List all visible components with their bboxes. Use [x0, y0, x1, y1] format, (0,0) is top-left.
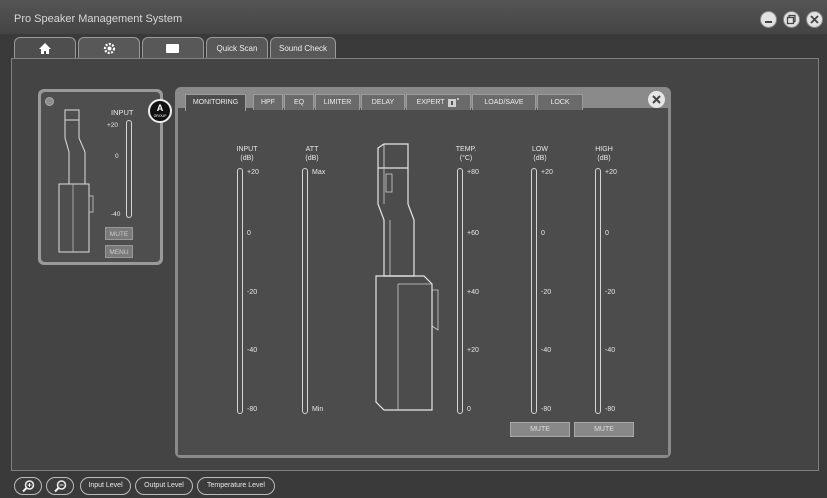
window-title: Pro Speaker Management System	[14, 13, 183, 25]
minimize-icon	[765, 21, 772, 23]
group-letter: A	[156, 103, 164, 113]
app-window: Pro Speaker Management System Quick Scan…	[0, 0, 827, 498]
input-meter-unit: (dB)	[240, 155, 254, 162]
high-mute-button[interactable]: MUTE	[574, 422, 634, 437]
zoom-out-button[interactable]	[46, 477, 74, 495]
zoom-out-icon	[54, 480, 67, 493]
status-led	[45, 97, 54, 106]
high-tick: -20	[605, 289, 616, 296]
tab-expert-label: EXPERT	[416, 99, 445, 106]
low-tick: +20	[541, 169, 553, 176]
high-tick: -40	[605, 347, 616, 354]
low-tick: 0	[541, 230, 545, 237]
low-mute-button[interactable]: MUTE	[510, 422, 570, 437]
low-tick: -20	[541, 289, 552, 296]
high-meter-unit: (dB)	[597, 155, 611, 162]
tab-monitoring[interactable]: MONITORING	[185, 94, 246, 111]
tab-limiter[interactable]: LIMITER	[315, 94, 360, 110]
temp-tick: 0	[467, 406, 471, 413]
tab-settings[interactable]	[78, 37, 140, 59]
tab-quick-scan[interactable]: Quick Scan	[206, 37, 268, 59]
mini-scale-minus40: -40	[111, 211, 121, 218]
settings-gear-icon	[103, 42, 115, 55]
speaker-thumbnail	[58, 109, 94, 253]
speaker-mini-panel[interactable]: INPUT +20 0 -40 MUTE MENU	[38, 89, 163, 265]
tab-eq[interactable]: EQ	[284, 94, 314, 110]
temp-tick: +80	[467, 169, 479, 176]
close-icon	[810, 15, 819, 24]
low-tick: -40	[541, 347, 552, 354]
low-meter	[531, 168, 537, 414]
mini-input-meter	[126, 120, 132, 218]
zoom-in-icon	[22, 480, 35, 493]
att-tick-min: Min	[312, 406, 324, 413]
temp-meter-unit: (°C)	[459, 155, 473, 162]
att-tick-max: Max	[312, 169, 326, 176]
high-tick: +20	[605, 169, 617, 176]
zoom-in-button[interactable]	[14, 477, 42, 495]
temp-tick: +40	[467, 289, 479, 296]
tab-hpf[interactable]: HPF	[253, 94, 283, 110]
restore-icon	[786, 14, 796, 25]
input-meter	[237, 168, 243, 414]
tab-home[interactable]	[14, 37, 76, 59]
temperature-level-button[interactable]: Temperature Level	[197, 477, 275, 495]
tab-lock[interactable]: LOCK	[537, 94, 583, 110]
close-window-button[interactable]	[806, 11, 823, 28]
home-icon	[39, 43, 51, 54]
att-meter	[302, 168, 308, 414]
tab-delay[interactable]: DELAY	[361, 94, 405, 110]
speaker-illustration	[375, 143, 439, 411]
lock-badge-icon	[448, 98, 460, 108]
high-meter-title: HIGH	[595, 146, 613, 153]
low-tick: -80	[541, 406, 552, 413]
att-meter-title: ATT	[305, 146, 319, 153]
close-panel-button[interactable]	[648, 91, 665, 108]
mini-mute-button[interactable]: MUTE	[105, 227, 133, 240]
speaker-mini-panel-body: INPUT +20 0 -40 MUTE MENU	[41, 92, 160, 262]
tab-load-save[interactable]: LOAD/SAVE	[472, 94, 536, 110]
mini-input-label: INPUT	[111, 108, 134, 117]
input-tick: -80	[247, 406, 258, 413]
high-tick: -80	[605, 406, 616, 413]
mini-scale-plus20: +20	[107, 122, 119, 129]
mini-scale-0: 0	[115, 153, 119, 160]
tab-expert[interactable]: EXPERT	[406, 94, 471, 110]
output-level-button[interactable]: Output Level	[135, 477, 193, 495]
temp-meter-title: TEMP.	[455, 146, 477, 153]
temp-meter	[457, 168, 463, 414]
input-meter-title: INPUT	[236, 146, 258, 153]
temp-tick: +60	[467, 230, 479, 237]
low-meter-unit: (dB)	[533, 155, 547, 162]
input-tick: +20	[247, 169, 259, 176]
input-tick: -20	[247, 289, 258, 296]
tab-device[interactable]	[142, 37, 204, 59]
low-meter-title: LOW	[532, 146, 548, 153]
tab-sound-check[interactable]: Sound Check	[270, 37, 336, 59]
group-label: GROUP	[153, 114, 167, 118]
input-tick: -40	[247, 347, 258, 354]
input-level-button[interactable]: Input Level	[80, 477, 131, 495]
restore-button[interactable]	[783, 11, 800, 28]
minimize-button[interactable]	[760, 11, 777, 28]
high-tick: 0	[605, 230, 609, 237]
device-icon	[166, 44, 179, 53]
high-meter	[595, 168, 601, 414]
title-bar: Pro Speaker Management System	[0, 0, 827, 34]
mini-menu-button[interactable]: MENU	[105, 245, 133, 258]
group-badge[interactable]: A GROUP	[148, 99, 172, 123]
temp-tick: +20	[467, 347, 479, 354]
att-meter-unit: (dB)	[305, 155, 319, 162]
close-icon	[652, 95, 661, 104]
input-tick: 0	[247, 230, 251, 237]
